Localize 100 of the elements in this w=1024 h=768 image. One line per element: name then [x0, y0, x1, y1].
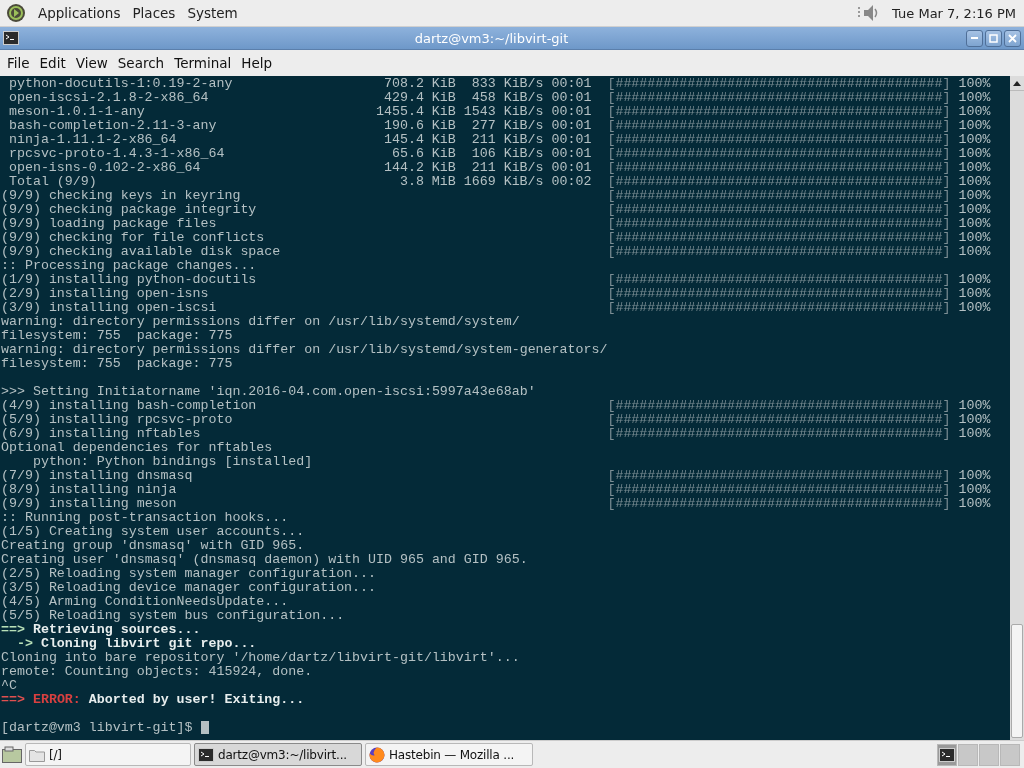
progress-bar-text: [#########################################] — [607, 119, 951, 133]
terminal-line: Optional dependencies for nftables — [1, 441, 273, 455]
maximize-icon — [989, 33, 998, 43]
download-rate: 458 KiB/s — [470, 91, 544, 105]
menu-item[interactable]: Terminal — [169, 55, 237, 71]
terminal-line: (9/9) installing meson — [1, 497, 177, 511]
browser-icon — [369, 746, 385, 763]
percent-text: 100% — [957, 427, 991, 441]
elapsed-time: 00:01 — [550, 147, 592, 161]
terminal-line: (8/9) installing ninja — [1, 483, 177, 497]
panel-menu-item[interactable]: System — [187, 5, 238, 21]
progress-bar-text: [#########################################] — [607, 217, 951, 231]
download-rate: 1543 KiB/s — [462, 105, 544, 119]
terminal-line: Cloning into bare repository '/home/dartz/libvirt-git/libvirt'... — [1, 651, 520, 665]
file-size: 3.8 MiB — [398, 175, 456, 189]
workspace-switcher-cell[interactable] — [937, 743, 957, 766]
terminal-line: (5/5) Reloading system bus configuration... — [1, 609, 345, 623]
menu-item[interactable]: Edit — [34, 55, 71, 71]
percent-text: 100% — [957, 77, 991, 91]
package-name: ninja-1.11.1-2-x86_64 — [7, 133, 178, 147]
progress-bar-text: [#########################################] — [607, 77, 951, 91]
package-name: rpcsvc-proto-1.4.3-1-x86_64 — [7, 147, 226, 161]
elapsed-time: 00:01 — [550, 77, 592, 91]
close-icon — [1008, 33, 1017, 43]
percent-text: 100% — [957, 413, 991, 427]
terminal-line: filesystem: 755 package: 775 — [1, 357, 233, 371]
elapsed-time: 00:01 — [550, 161, 592, 175]
taskbar-button[interactable]: [/] — [25, 743, 191, 766]
terminal-line: Creating user 'dnsmasq' (dnsmasq daemon) with UID 965 and GID 965. — [1, 553, 528, 567]
terminal-line: python: Python bindings [installed] — [31, 455, 313, 469]
percent-text: 100% — [957, 91, 991, 105]
percent-text: 100% — [957, 161, 991, 175]
download-rate: 211 KiB/s — [470, 161, 544, 175]
workspace-switcher-cell[interactable] — [958, 743, 978, 766]
download-rate: 277 KiB/s — [470, 119, 544, 133]
package-name: meson-1.0.1-1-any — [7, 105, 146, 119]
elapsed-time: 00:01 — [550, 133, 592, 147]
terminal-line: >>> Setting Initiatorname 'iqn.2016-04.com.open-iscsi:5997a43e68ab' — [1, 385, 536, 399]
panel-menu-item[interactable]: Places — [132, 5, 176, 21]
package-name: python-docutils-1:0.19-2-any — [7, 77, 234, 91]
percent-text: 100% — [957, 245, 991, 259]
terminal-line: :: Running post-transaction hooks... — [1, 511, 289, 525]
terminal-line: (1/5) Creating system user accounts... — [1, 525, 305, 539]
panel-menu-item[interactable]: Applications — [38, 5, 121, 21]
minimize-button[interactable] — [966, 29, 983, 47]
logo-icon[interactable] — [6, 3, 26, 23]
show-desktop-icon[interactable] — [2, 745, 22, 764]
terminal-line: (9/9) checking keys in keyring — [1, 189, 241, 203]
terminal-line: (3/5) Reloading device manager configuration... — [1, 581, 377, 595]
percent-text: 100% — [957, 217, 991, 231]
scroll-up-icon[interactable] — [1013, 80, 1021, 86]
percent-text: 100% — [957, 483, 991, 497]
clock[interactable]: Tue Mar 7, 2:16 PM — [892, 5, 1016, 21]
terminal-line: :: Processing package changes... — [1, 259, 257, 273]
download-rate: 1669 KiB/s — [462, 175, 544, 189]
percent-text: 100% — [957, 203, 991, 217]
progress-bar-text: [#########################################] — [607, 245, 951, 259]
menu-item[interactable]: Help — [236, 55, 278, 71]
workspace-switcher-cell[interactable] — [979, 743, 999, 766]
scrollbar[interactable] — [1010, 76, 1024, 740]
percent-text: 100% — [957, 399, 991, 413]
terminal-line: ^C — [1, 679, 17, 693]
maximize-button[interactable] — [985, 29, 1002, 47]
terminal-line: (1/9) installing python-docutils — [1, 273, 257, 287]
progress-bar-text: [#########################################] — [607, 91, 951, 105]
terminal-icon — [198, 747, 214, 762]
progress-bar-text: [#########################################] — [607, 287, 951, 301]
terminal-line: (9/9) checking available disk space — [1, 245, 281, 259]
scrollbar-thumb[interactable] — [1011, 624, 1023, 738]
percent-text: 100% — [957, 231, 991, 245]
arrow-marker: -> — [15, 637, 33, 651]
terminal-line: remote: Counting objects: 415924, done. — [1, 665, 313, 679]
terminal-line: warning: directory permissions differ on /usr/lib/systemd/system/ — [1, 315, 520, 329]
menu-item[interactable]: Search — [112, 55, 170, 71]
workspace-switcher-cell[interactable] — [1000, 743, 1020, 766]
terminal-line: filesystem: 755 package: 775 — [1, 329, 233, 343]
terminal-line: (2/9) installing open-isns — [1, 287, 209, 301]
text-cursor — [200, 721, 209, 734]
progress-bar-text: [#########################################] — [607, 301, 951, 315]
elapsed-time: 00:01 — [550, 105, 592, 119]
package-name: open-isns-0.102-2-x86_64 — [7, 161, 202, 175]
percent-text: 100% — [957, 301, 991, 315]
file-size: 1455.4 KiB — [376, 105, 456, 119]
progress-bar-text: [#########################################] — [607, 413, 951, 427]
error-label: ERROR: — [32, 693, 81, 707]
progress-bar-text: [#########################################] — [607, 105, 951, 119]
progress-bar-text: [#########################################] — [607, 469, 951, 483]
close-button[interactable] — [1004, 29, 1021, 47]
progress-bar-text: [#########################################] — [607, 133, 951, 147]
taskbar-button[interactable]: Hastebin — Mozilla ... — [365, 743, 533, 766]
terminal-line: (9/9) loading package files — [1, 217, 217, 231]
menu-item[interactable]: File — [2, 55, 35, 71]
file-size: 708.2 KiB — [382, 77, 456, 91]
terminal-line: (6/9) installing nftables — [1, 427, 201, 441]
percent-text: 100% — [957, 497, 991, 511]
menu-item[interactable]: View — [70, 55, 113, 71]
progress-bar-text: [#########################################] — [607, 427, 951, 441]
progress-bar-text: [#########################################] — [607, 161, 951, 175]
taskbar-button[interactable]: dartz@vm3:~/libvirt... — [194, 743, 362, 766]
terminal-line: (4/5) Arming ConditionNeedsUpdate... — [1, 595, 289, 609]
